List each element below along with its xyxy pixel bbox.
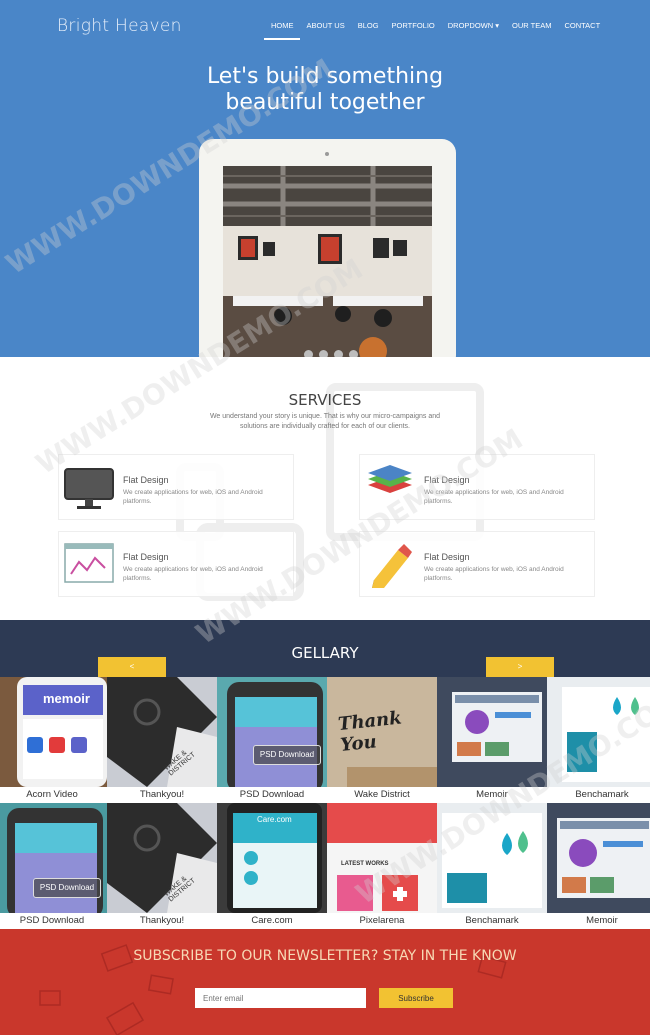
thank-you-lettering-image: Thank You (327, 677, 437, 787)
main-nav: HOME ABOUT US BLOG PORTFOLIO DROPDOWN ▾ … (264, 19, 606, 40)
gallery-caption: Care.com (251, 915, 293, 926)
services-section: SERVICES We understand your story is uni… (0, 357, 650, 620)
nav-portfolio[interactable]: PORTFOLIO (385, 19, 441, 40)
service-card-4[interactable]: Flat Design We create applications for w… (359, 531, 595, 597)
service-card-text: We create applications for web, iOS and … (123, 566, 263, 582)
newsletter-section: SUBSCRIBE TO OUR NEWSLETTER? STAY IN THE… (0, 929, 650, 1035)
pixelarena-image: LATEST WORKS (327, 803, 437, 913)
service-card-text: We create applications for web, iOS and … (424, 566, 564, 582)
service-card-1[interactable]: Flat Design We create applications for w… (58, 454, 294, 520)
carousel-dot-2[interactable] (319, 350, 328, 357)
services-description: We understand your story is unique. That… (209, 413, 441, 430)
latest-works-text: LATEST WORKS (341, 861, 389, 867)
gallery-item[interactable]: memoir Acorn Video (0, 677, 107, 803)
gallery-section: GELLARY < > memoir Acorn Video WAKE & DI… (0, 620, 650, 929)
psd-download-label: PSD Download (33, 878, 101, 898)
nav-about[interactable]: ABOUT US (300, 19, 351, 40)
services-title: SERVICES (288, 391, 362, 409)
business-card-image: WAKE & DISTRICT (107, 803, 217, 913)
gallery-caption: PSD Download (19, 915, 85, 926)
nav-team[interactable]: OUR TEAM (505, 19, 557, 40)
service-card-title: Flat Design (424, 475, 470, 485)
envelope-background-illustration (39, 944, 507, 1035)
psd-download-image: PSD Download (0, 803, 107, 913)
gallery-item[interactable]: Benchamark (547, 677, 650, 803)
subscribe-button[interactable]: Subscribe (379, 988, 453, 1008)
monitor-icon (63, 463, 115, 513)
gallery-item[interactable]: PSD Download PSD Download (0, 803, 107, 929)
gallery-caption: Acorn Video (26, 789, 78, 800)
hero-headline-line1: Let's build something (206, 64, 444, 89)
newsletter-title: SUBSCRIBE TO OUR NEWSLETTER? STAY IN THE… (133, 948, 517, 964)
nav-contact[interactable]: CONTACT (557, 19, 606, 40)
memoir-website-image (547, 803, 650, 913)
service-card-text: We create applications for web, iOS and … (424, 489, 564, 505)
gallery-caption: Memoir (586, 915, 618, 926)
gallery-item[interactable]: Benchamark (437, 803, 547, 929)
memoir-logo-text: memoir (43, 691, 90, 706)
service-card-title: Flat Design (123, 475, 169, 485)
gallery-caption: Memoir (476, 789, 508, 800)
email-input[interactable] (195, 988, 366, 1008)
gallery-caption: Pixelarena (359, 915, 405, 926)
service-card-text: We create applications for web, iOS and … (123, 489, 263, 505)
benchmark-website-image (547, 677, 650, 787)
gallery-next-button[interactable]: > (486, 657, 554, 677)
gallery-prev-button[interactable]: < (98, 657, 166, 677)
brand-logo[interactable]: Bright Heaven (57, 16, 182, 36)
care-app-image: Care.com (217, 803, 327, 913)
carousel-dot-4[interactable] (349, 350, 358, 357)
chart-icon (63, 540, 115, 590)
service-card-title: Flat Design (424, 552, 470, 562)
nav-home[interactable]: HOME (264, 19, 300, 40)
gallery-item[interactable]: LATEST WORKS Pixelarena (327, 803, 437, 929)
care-logo-text: Care.com (257, 815, 292, 824)
gallery-caption: PSD Download (239, 789, 305, 800)
gallery-caption: Benchamark (465, 915, 519, 926)
pencil-icon (364, 540, 416, 590)
gallery-item[interactable]: Thank You Wake District (327, 677, 437, 803)
benchmark-website-image (437, 803, 547, 913)
service-card-2[interactable]: Flat Design We create applications for w… (359, 454, 595, 520)
layers-icon (364, 463, 416, 513)
hero-headline-line2: beautiful together (225, 90, 425, 115)
service-card-3[interactable]: Flat Design We create applications for w… (58, 531, 294, 597)
gallery-item[interactable]: Care.com Care.com (217, 803, 327, 929)
gallery-item[interactable]: WAKE & DISTRICT Thankyou! (107, 803, 217, 929)
memoir-app-image: memoir (0, 677, 107, 787)
office-photo (223, 166, 432, 357)
gallery-caption: Thankyou! (139, 789, 185, 800)
carousel-indicators (304, 350, 358, 357)
psd-download-label: PSD Download (253, 745, 321, 765)
business-card-image: WAKE & DISTRICT (107, 677, 217, 787)
nav-blog[interactable]: BLOG (351, 19, 385, 40)
carousel-dot-1[interactable] (304, 350, 313, 357)
psd-download-image: PSD Download (217, 677, 327, 787)
carousel-dot-3[interactable] (334, 350, 343, 357)
gallery-caption: Wake District (354, 789, 410, 800)
gallery-item[interactable]: Memoir (437, 677, 547, 803)
nav-dropdown[interactable]: DROPDOWN ▾ (441, 19, 505, 40)
service-card-title: Flat Design (123, 552, 169, 562)
memoir-website-image (437, 677, 547, 787)
gallery-caption: Thankyou! (139, 915, 185, 926)
tablet-mockup (199, 139, 456, 357)
gallery-caption: Benchamark (575, 789, 629, 800)
gallery-item[interactable]: Memoir (547, 803, 650, 929)
hero-section: Bright Heaven HOME ABOUT US BLOG PORTFOL… (0, 0, 650, 357)
gallery-item[interactable]: WAKE & DISTRICT Thankyou! (107, 677, 217, 803)
tablet-camera (325, 152, 329, 156)
gallery-item[interactable]: PSD Download PSD Download (217, 677, 327, 803)
